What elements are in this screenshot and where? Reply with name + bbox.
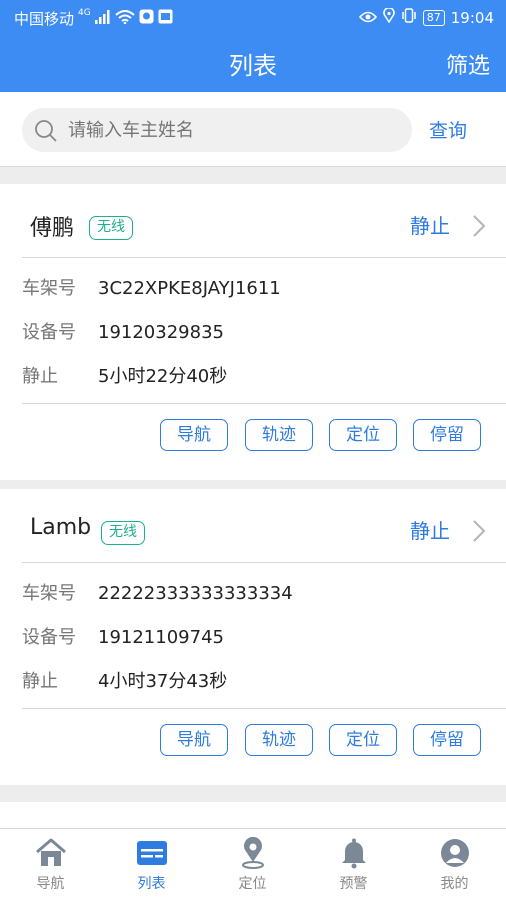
vibrate-icon	[401, 8, 417, 27]
divider	[22, 562, 506, 563]
query-button[interactable]: 查询	[429, 116, 467, 143]
owner-name: Lamb	[30, 515, 92, 540]
filter-button[interactable]: 筛选	[446, 48, 490, 80]
device-row: 设备号 19121109745	[22, 623, 224, 649]
tab-label: 预警	[339, 876, 368, 892]
device-label: 设备号	[22, 627, 76, 648]
clock: 19:04	[450, 8, 494, 27]
tab-list[interactable]: 列表	[101, 829, 202, 901]
tab-label: 定位	[238, 876, 267, 892]
vin-label: 车架号	[22, 583, 76, 604]
carrier-label: 中国移动	[14, 10, 75, 28]
vin-value: 22222333333333334	[98, 583, 293, 604]
vin-label: 车架号	[22, 278, 76, 299]
photo-notification-icon	[158, 9, 173, 28]
tab-profile[interactable]: 我的	[404, 829, 505, 901]
connection-tag: 无线	[101, 521, 145, 545]
idle-duration-value: 5小时22分40秒	[98, 366, 228, 387]
eye-icon	[358, 9, 377, 27]
tab-label: 导航	[36, 876, 65, 892]
stop-record-button[interactable]: 停留	[413, 419, 481, 451]
device-row: 设备号 19120329835	[22, 318, 224, 344]
navigate-button[interactable]: 导航	[160, 419, 228, 451]
app-notification-icon	[139, 9, 154, 28]
vehicle-status: 静止	[410, 519, 450, 543]
tab-label: 我的	[440, 876, 469, 892]
navigate-button[interactable]: 导航	[160, 724, 228, 756]
search-box[interactable]	[22, 108, 412, 154]
signal-icon	[94, 9, 111, 28]
search-bar: 查询	[0, 92, 506, 167]
home-icon	[34, 837, 68, 869]
idle-label: 静止	[22, 671, 58, 692]
tab-location[interactable]: 定位	[202, 829, 303, 901]
vin-row: 车架号 22222333333333334	[22, 579, 293, 605]
bottom-tab-bar: 导航 列表 定位 预警 我的	[0, 828, 506, 901]
user-avatar-icon	[438, 837, 472, 869]
page-title: 列表	[229, 52, 277, 80]
idle-duration-row: 静止 5小时22分40秒	[22, 362, 227, 388]
search-input[interactable]	[66, 108, 400, 154]
idle-duration-value: 4小时37分43秒	[98, 671, 228, 692]
divider	[22, 708, 506, 709]
location-status-icon	[382, 7, 395, 27]
owner-name: 傅鹏	[30, 216, 75, 241]
chevron-right-icon[interactable]	[472, 214, 486, 242]
vehicle-status: 静止	[410, 214, 450, 238]
vehicle-card[interactable]: 傅鹏 无线 静止 车架号 3C22XPKE8JAYJ1611 设备号 1912032…	[0, 184, 506, 480]
search-icon	[34, 119, 58, 147]
track-button[interactable]: 轨迹	[245, 724, 313, 756]
tab-navigation[interactable]: 导航	[0, 829, 101, 901]
divider	[22, 257, 506, 258]
vin-value: 3C22XPKE8JAYJ1611	[98, 278, 281, 299]
device-label: 设备号	[22, 322, 76, 343]
device-value: 19120329835	[98, 322, 224, 343]
network-type: 4G	[78, 7, 91, 18]
locate-button[interactable]: 定位	[329, 419, 397, 451]
wifi-icon	[115, 9, 135, 28]
chevron-right-icon[interactable]	[472, 519, 486, 547]
device-value: 19121109745	[98, 627, 224, 648]
battery-indicator: 87	[422, 9, 445, 26]
track-button[interactable]: 轨迹	[245, 419, 313, 451]
divider	[22, 403, 506, 404]
tab-alert[interactable]: 预警	[303, 829, 404, 901]
nav-bar: 列表 筛选	[0, 34, 506, 92]
vehicle-card[interactable]: Lamb 无线 静止 车架号 22222333333333334 设备号 19121…	[0, 489, 506, 785]
stop-record-button[interactable]: 停留	[413, 724, 481, 756]
connection-tag: 无线	[89, 216, 133, 240]
bell-icon	[337, 837, 371, 869]
vin-row: 车架号 3C22XPKE8JAYJ1611	[22, 274, 281, 300]
tab-label: 列表	[137, 876, 166, 892]
list-card-icon	[135, 837, 169, 869]
idle-duration-row: 静止 4小时37分43秒	[22, 667, 227, 693]
location-pin-icon	[236, 836, 270, 869]
idle-label: 静止	[22, 366, 58, 387]
locate-button[interactable]: 定位	[329, 724, 397, 756]
status-bar: 中国移动 4G 87 19:04	[0, 0, 506, 34]
